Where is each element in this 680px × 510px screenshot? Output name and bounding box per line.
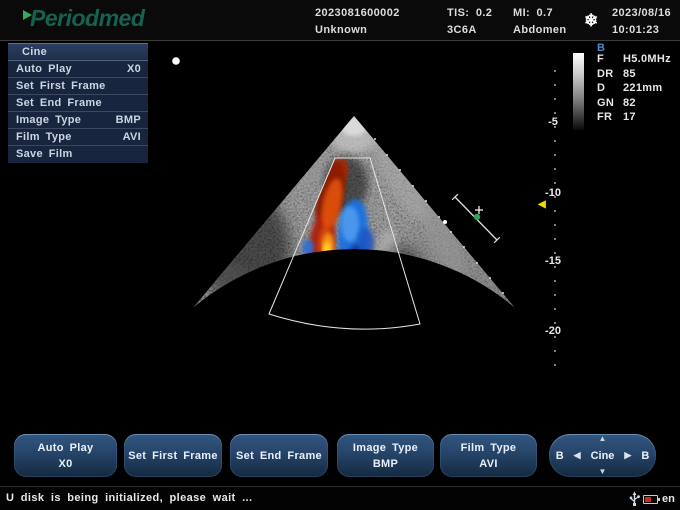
nav-right-icon[interactable]: ▶ — [624, 451, 631, 460]
param-label: GN — [597, 97, 623, 111]
mi-value: MI: 0.7 — [513, 7, 553, 19]
param-value: H5.0MHz — [623, 53, 671, 67]
patient-name: Unknown — [315, 24, 367, 36]
brand-logo: Periodmed — [30, 5, 144, 32]
menu-item-set-first-frame[interactable]: Set First Frame — [8, 78, 148, 95]
exam-id: 2023081600002 — [315, 7, 400, 19]
ultrasound-image — [150, 42, 550, 388]
softkey-image-type[interactable]: Image TypeBMP — [337, 434, 434, 477]
param-value: 221mm — [623, 82, 662, 96]
usb-icon — [629, 491, 640, 507]
param-label: DR — [597, 68, 623, 82]
param-label: F — [597, 53, 623, 67]
cine-context-menu: Cine Auto PlayX0 Set First Frame Set End… — [8, 43, 148, 163]
param-value: 82 — [623, 97, 636, 111]
param-value: 85 — [623, 68, 636, 82]
status-message: U disk is being initialized, please wait… — [6, 492, 252, 504]
image-parameters: FH5.0MHz DR85 D221mm GN82 FR17 — [597, 53, 671, 126]
focus-marker-icon[interactable]: ◀ — [538, 200, 546, 210]
softkey-set-first-frame[interactable]: Set First Frame — [124, 434, 222, 477]
top-bar: Periodmed 2023081600002 Unknown TIS: 0.2… — [0, 0, 680, 41]
freeze-snowflake-icon: ❄ — [584, 11, 598, 31]
exam-preset: Abdomen — [513, 24, 567, 36]
probe-name: 3C6A — [447, 24, 477, 36]
depth-label: -20 — [540, 325, 566, 337]
menu-item-auto-play[interactable]: Auto PlayX0 — [8, 61, 148, 78]
softkey-set-end-frame[interactable]: Set End Frame — [230, 434, 328, 477]
nav-center-label: Cine — [591, 450, 615, 462]
param-label: FR — [597, 111, 623, 125]
menu-item-save-film[interactable]: Save Film — [8, 146, 148, 163]
battery-icon — [643, 495, 658, 504]
nav-left-mode-label[interactable]: B — [556, 450, 564, 462]
softkey-film-type[interactable]: Film TypeAVI — [440, 434, 537, 477]
cine-mode-navigator[interactable]: ▲ B ◀ Cine ▶ B ▼ — [549, 434, 656, 477]
depth-label: -5 — [540, 116, 566, 128]
tis-value: TIS: 0.2 — [447, 7, 492, 19]
depth-scale-ticks — [554, 70, 556, 366]
nav-up-icon[interactable]: ▲ — [549, 435, 656, 443]
status-bar: U disk is being initialized, please wait… — [0, 486, 680, 510]
menu-item-image-type[interactable]: Image TypeBMP — [8, 112, 148, 129]
system-date: 2023/08/16 — [612, 7, 671, 19]
nav-right-mode-label[interactable]: B — [641, 450, 649, 462]
grayscale-bar — [573, 53, 584, 130]
caliper-point-marker — [474, 214, 480, 220]
nav-down-icon[interactable]: ▼ — [549, 468, 656, 476]
menu-title: Cine — [8, 44, 148, 61]
param-value: 17 — [623, 111, 636, 125]
menu-item-film-type[interactable]: Film TypeAVI — [8, 129, 148, 146]
nav-left-icon[interactable]: ◀ — [574, 451, 581, 460]
system-time: 10:01:23 — [612, 24, 659, 36]
param-label: D — [597, 82, 623, 96]
softkey-auto-play[interactable]: Auto PlayX0 — [14, 434, 117, 477]
depth-label: -15 — [540, 255, 566, 267]
language-indicator[interactable]: en — [662, 493, 675, 505]
depth-label: -10 — [540, 187, 566, 199]
cursor-dot[interactable] — [172, 57, 180, 65]
menu-item-set-end-frame[interactable]: Set End Frame — [8, 95, 148, 112]
